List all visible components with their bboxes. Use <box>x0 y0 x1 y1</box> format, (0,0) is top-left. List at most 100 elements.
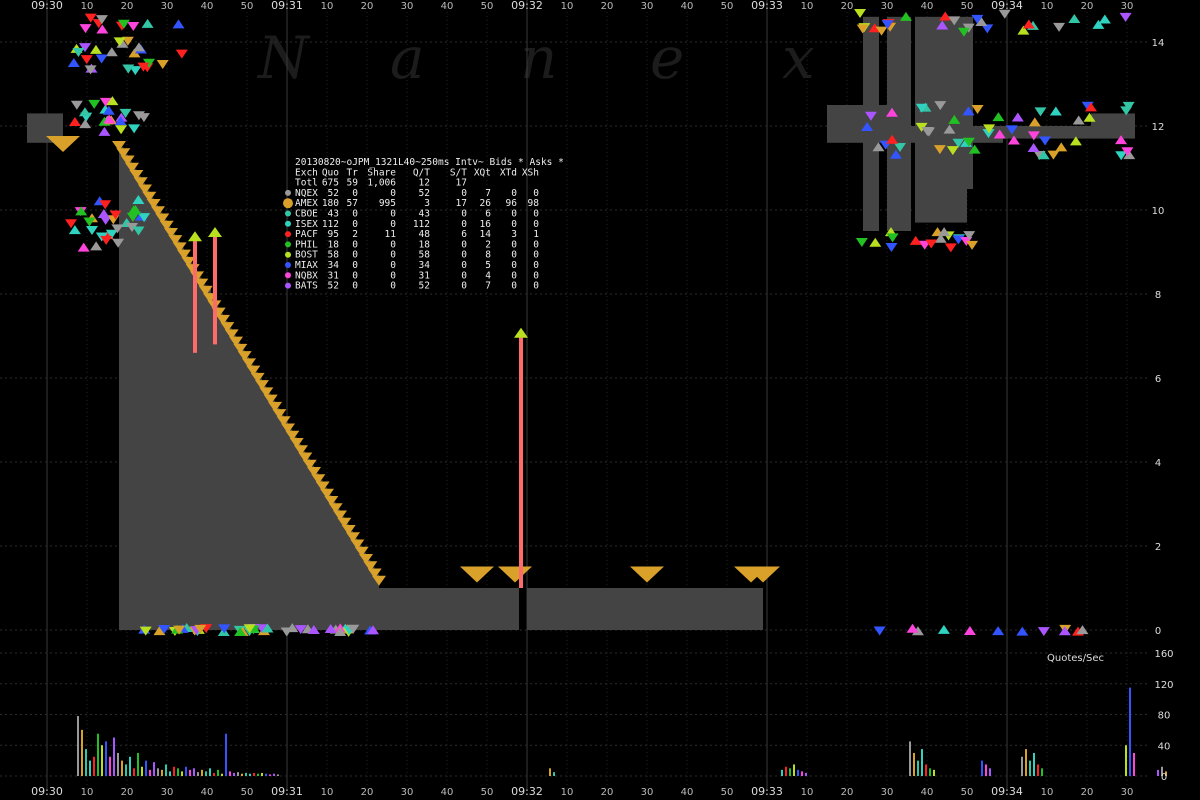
quote-rate-bar <box>1129 687 1131 776</box>
quote-rate-bar <box>985 764 987 776</box>
quote-rate-bar <box>989 768 991 776</box>
legend-cell: 0 <box>352 281 358 292</box>
quote-rate-bar <box>261 772 263 776</box>
quote-rate-bar <box>101 745 103 776</box>
quote-rate-bar <box>141 766 143 776</box>
time-minute-label: 09:32 <box>511 785 543 798</box>
quote-rate-bar <box>981 760 983 776</box>
quote-rate-bar <box>549 768 551 776</box>
quote-rate-bar <box>249 773 251 776</box>
legend-cell: 7 <box>485 281 491 292</box>
quote-rate-bar <box>1029 760 1031 776</box>
quote-rate-bar <box>921 749 923 776</box>
quote-rate-bar <box>165 764 167 776</box>
time-second-label: 30 <box>881 787 894 798</box>
time-second-label: 10 <box>801 787 814 798</box>
time-second-label: 10 <box>81 1 94 12</box>
legend-header: XQt <box>474 167 491 178</box>
price-tick-label: 8 <box>1155 290 1161 301</box>
time-second-label: 10 <box>81 787 94 798</box>
quote-rate-bar <box>113 737 115 776</box>
quote-rate-bar <box>149 769 151 776</box>
time-second-label: 40 <box>201 787 214 798</box>
quote-rate-bar <box>97 733 99 776</box>
quote-rate-bar <box>181 771 183 776</box>
price-tick-label: 14 <box>1152 38 1165 49</box>
time-second-label: 50 <box>481 787 494 798</box>
quote-rate-bar <box>105 741 107 776</box>
price-tick-label: 4 <box>1155 458 1161 469</box>
quote-rate-bar <box>553 772 555 776</box>
legend-cell: 0 <box>461 281 467 292</box>
quote-rate-bar <box>265 773 267 776</box>
time-minute-label: 09:34 <box>991 785 1023 798</box>
quote-rate-bar <box>125 764 127 776</box>
time-second-label: 50 <box>721 1 734 12</box>
legend-header: XSh <box>522 167 539 178</box>
nanex-quote-chart: Nanex 02468101214 04080120160Quotes/Sec … <box>0 0 1200 800</box>
quote-rate-bar <box>785 766 787 776</box>
quote-rate-bar <box>93 756 95 776</box>
legend-cell: 0 <box>533 281 539 292</box>
time-second-label: 20 <box>841 1 854 12</box>
quote-rate-bar <box>161 769 163 776</box>
time-second-label: 30 <box>881 1 894 12</box>
quote-rate-bar <box>797 769 799 776</box>
time-second-label: 40 <box>201 1 214 12</box>
quote-rate-bar <box>793 764 795 776</box>
quote-rate-bar <box>933 769 935 776</box>
quote-rate-bar <box>197 772 199 776</box>
legend-swatch <box>285 241 291 248</box>
quote-rate-bar <box>77 716 79 776</box>
time-second-label: 10 <box>561 1 574 12</box>
watermark-letter: x <box>782 24 815 92</box>
price-tick-label: 2 <box>1155 542 1161 553</box>
price-tick-label: 12 <box>1152 122 1165 133</box>
spread-bar <box>967 16 973 189</box>
quote-rate-bar <box>185 766 187 776</box>
quote-rate-bar <box>1021 756 1023 776</box>
time-second-label: 50 <box>481 1 494 12</box>
time-second-label: 50 <box>961 1 974 12</box>
time-second-label: 20 <box>1081 1 1094 12</box>
time-second-label: 10 <box>321 1 334 12</box>
quote-rate-bar <box>277 774 279 776</box>
legend-header: XTd <box>500 167 517 178</box>
quote-rate-bar <box>129 756 131 776</box>
legend-swatch <box>285 262 291 268</box>
time-second-label: 20 <box>601 1 614 12</box>
quote-rate-bar <box>189 769 191 776</box>
quote-rate-bar <box>1041 768 1043 776</box>
quote-rate-bar <box>253 772 255 776</box>
price-tick-label: 10 <box>1152 206 1165 217</box>
quote-rate-bar <box>237 772 239 776</box>
spread-bar <box>887 16 911 231</box>
time-second-label: 10 <box>1041 787 1054 798</box>
time-second-label: 10 <box>801 1 814 12</box>
rate-axis-title: Quotes/Sec <box>1047 653 1104 664</box>
quote-rate-bar <box>917 760 919 776</box>
quote-rate-bar <box>229 771 231 776</box>
quote-rate-bar <box>205 771 207 776</box>
spread-bar <box>527 588 763 630</box>
time-second-label: 50 <box>721 787 734 798</box>
quote-rate-bar <box>225 733 227 776</box>
time-minute-label: 09:31 <box>271 0 303 12</box>
time-second-label: 20 <box>361 787 374 798</box>
quote-rate-bar <box>213 772 215 776</box>
time-second-label: 50 <box>241 1 254 12</box>
time-second-label: 20 <box>1081 787 1094 798</box>
spread-bar <box>379 588 447 630</box>
time-second-label: 30 <box>641 787 654 798</box>
quote-rate-bar <box>85 749 87 776</box>
quote-rate-bar <box>929 768 931 776</box>
quote-rate-bar <box>137 752 139 776</box>
time-second-label: 30 <box>161 1 174 12</box>
time-second-label: 20 <box>121 787 134 798</box>
quote-rate-bar <box>257 773 259 776</box>
time-second-label: 10 <box>321 787 334 798</box>
time-second-label: 40 <box>681 787 694 798</box>
time-second-label: 10 <box>1041 1 1054 12</box>
time-minute-label: 09:33 <box>751 0 783 12</box>
quote-rate-bar <box>221 773 223 776</box>
